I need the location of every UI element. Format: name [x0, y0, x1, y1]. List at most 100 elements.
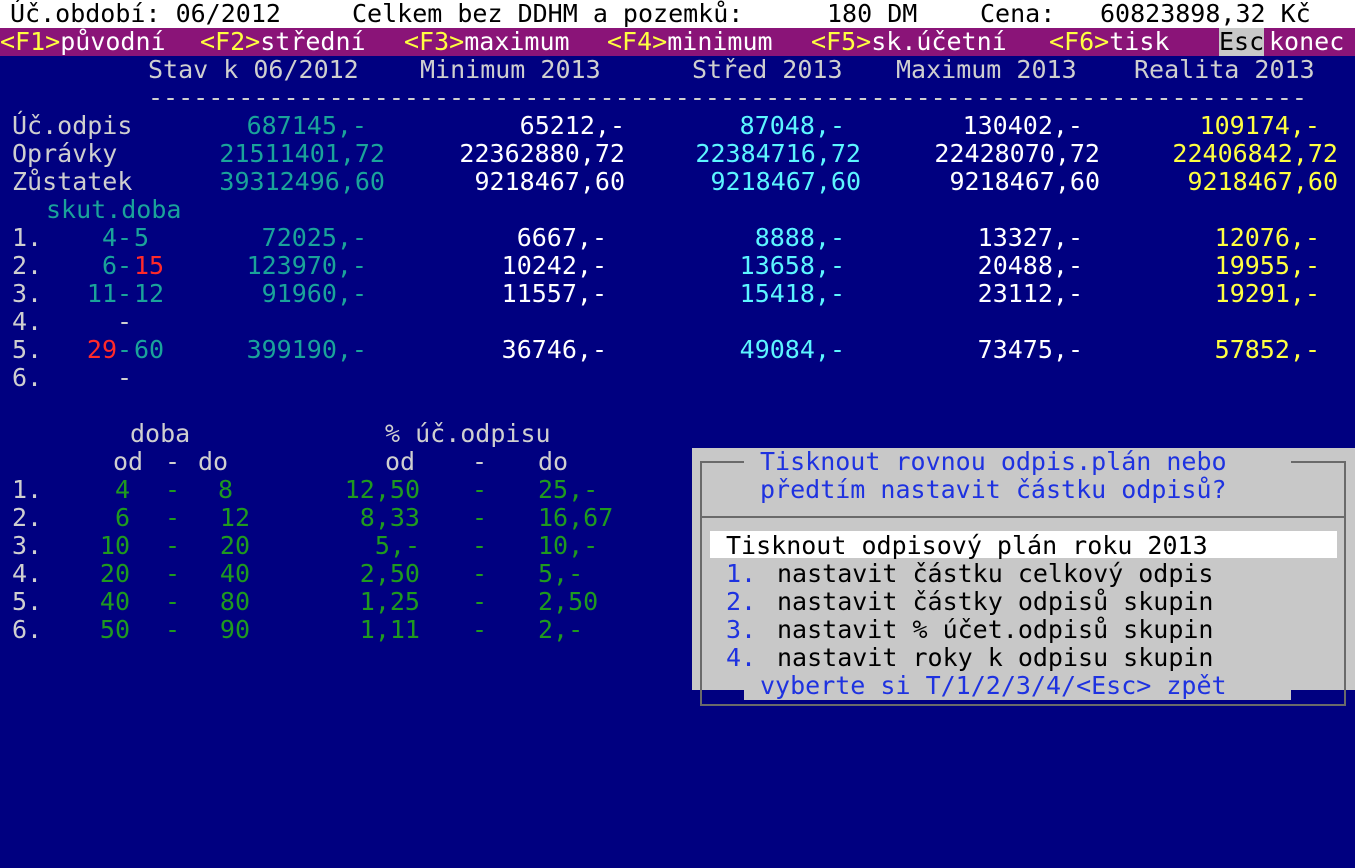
- rate-to: 5,-: [538, 559, 584, 588]
- rates-title-percent: % úč.odpisu: [385, 419, 551, 448]
- header-separator: ----------------------------------------…: [148, 83, 1307, 112]
- rate-from: 8,33: [359, 503, 420, 532]
- value-stred: 87048,-: [739, 111, 845, 140]
- rate-to: 25,-: [538, 475, 599, 504]
- group-row-6: 6. -: [0, 364, 1355, 392]
- period-from: 20: [99, 559, 130, 588]
- group-number: 4.: [12, 307, 43, 336]
- dialog-divider: [700, 516, 1346, 518]
- header-minimum: Minimum 2013: [420, 55, 601, 84]
- esc-konec-label[interactable]: konec: [1269, 28, 1344, 56]
- total-label: Celkem bez DDHM a pozemků:: [352, 0, 744, 28]
- value-stred: 22384716,72: [695, 139, 861, 168]
- price-value: 60823898,32 Kč: [1100, 0, 1311, 28]
- accounting-period: Úč.období: 06/2012: [10, 0, 281, 28]
- period-from: 40: [99, 587, 130, 616]
- group-dash: -: [117, 335, 133, 364]
- value-maximum: 9218467,60: [949, 167, 1100, 196]
- value-realita: 22406842,72: [1172, 139, 1338, 168]
- value-maximum: 23112,-: [977, 279, 1083, 308]
- value-realita: 109174,-: [1199, 111, 1320, 140]
- value-stav: 72025,-: [261, 223, 367, 252]
- status-bar: Úč.období: 06/2012 Celkem bez DDHM a poz…: [0, 0, 1355, 28]
- group-from: 11: [86, 279, 117, 308]
- option-print-plan[interactable]: Tisknout odpisový plán roku 2013: [726, 532, 1208, 560]
- group-to: 12: [134, 279, 165, 308]
- period-from: 50: [99, 615, 130, 644]
- group-row-5: 5. 29 - 60 399190,- 36746,- 49084,- 7347…: [0, 336, 1355, 364]
- header-stred: Střed 2013: [692, 55, 843, 84]
- value-maximum: 22428070,72: [934, 139, 1100, 168]
- fkey-f3-maximum[interactable]: <F3>maximum: [404, 28, 570, 56]
- row-label: Úč.odpis: [12, 111, 133, 140]
- group-number: 1.: [12, 223, 43, 252]
- period-to: 80: [219, 587, 250, 616]
- header-maximum: Maximum 2013: [896, 55, 1077, 84]
- summary-row-ucodpis: Úč.odpis 687145,- 65212,- 87048,- 130402…: [0, 112, 1355, 140]
- period-to: 12: [219, 503, 250, 532]
- value-stav: 687145,-: [246, 111, 367, 140]
- value-realita: 12076,-: [1214, 223, 1320, 252]
- value-minimum: 22362880,72: [459, 139, 625, 168]
- value-stred: 8888,-: [754, 223, 845, 252]
- value-minimum: 6667,-: [516, 223, 607, 252]
- fkey-f2-stredni[interactable]: <F2>střední: [200, 28, 366, 56]
- value-realita: 57852,-: [1214, 335, 1320, 364]
- terminal-screen: Úč.období: 06/2012 Celkem bez DDHM a poz…: [0, 0, 1355, 706]
- value-realita: 19955,-: [1214, 251, 1320, 280]
- header-realita: Realita 2013: [1134, 55, 1315, 84]
- rate-to: 2,50: [538, 587, 599, 616]
- rate-to: 2,-: [538, 615, 584, 644]
- rate-from: 2,50: [359, 559, 420, 588]
- value-minimum: 11557,-: [501, 279, 607, 308]
- rate-from: 5,-: [374, 531, 420, 560]
- group-dash: -: [117, 279, 133, 308]
- value-maximum: 20488,-: [977, 251, 1083, 280]
- group-number: 6.: [12, 363, 43, 392]
- group-number: 5.: [12, 335, 43, 364]
- group-dash: -: [117, 307, 133, 336]
- summary-row-opravky: Oprávky 21511401,72 22362880,72 22384716…: [0, 140, 1355, 168]
- value-stred: 13658,-: [739, 251, 845, 280]
- column-headers: Stav k 06/2012 Minimum 2013 Střed 2013 M…: [0, 56, 1355, 84]
- group-row-3: 3. 11 - 12 91960,- 11557,- 15418,- 23112…: [0, 280, 1355, 308]
- fkey-f5-sk-ucetni[interactable]: <F5>sk.účetní: [811, 28, 1007, 56]
- fkey-f4-minimum[interactable]: <F4>minimum: [607, 28, 773, 56]
- total-value: 180 DM: [827, 0, 918, 28]
- group-row-2: 2. 6 - 15 123970,- 10242,- 13658,- 20488…: [0, 252, 1355, 280]
- rate-to: 10,-: [538, 531, 599, 560]
- period-to: 90: [219, 615, 250, 644]
- value-stred: 49084,-: [739, 335, 845, 364]
- group-number: 2.: [12, 251, 43, 280]
- value-stav: 39312496,60: [219, 167, 385, 196]
- value-realita: 19291,-: [1214, 279, 1320, 308]
- value-realita: 9218467,60: [1187, 167, 1338, 196]
- print-dialog: Tisknout rovnou odpis.plán nebo předtím …: [692, 448, 1355, 706]
- fkey-f1-puvodni[interactable]: <F1>původní: [0, 28, 166, 56]
- group-from: 6: [101, 251, 117, 280]
- group-row-1: 1. 4 - 5 72025,- 6667,- 8888,- 13327,- 1…: [0, 224, 1355, 252]
- group-row-4: 4. -: [0, 308, 1355, 336]
- dialog-question-line2: předtím nastavit částku odpisů?: [760, 475, 1227, 504]
- value-minimum: 65212,-: [519, 111, 625, 140]
- esc-key[interactable]: Esc: [1219, 28, 1265, 56]
- period-from: 10: [99, 531, 130, 560]
- period-to: 40: [219, 559, 250, 588]
- group-number: 3.: [12, 279, 43, 308]
- row-label: Zůstatek: [12, 167, 133, 196]
- price-label: Cena:: [980, 0, 1056, 28]
- value-stav: 91960,-: [261, 279, 367, 308]
- header-stav: Stav k 06/2012: [148, 55, 359, 84]
- rate-from: 12,50: [344, 475, 420, 504]
- group-dash: -: [117, 363, 133, 392]
- period-from: 4: [114, 475, 130, 504]
- value-stav: 399190,-: [246, 335, 367, 364]
- fkey-f6-tisk[interactable]: <F6>tisk: [1049, 28, 1169, 56]
- group-to: 60: [134, 335, 165, 364]
- value-stred: 9218467,60: [710, 167, 861, 196]
- value-maximum: 13327,-: [977, 223, 1083, 252]
- dialog-footer-hint: vyberte si T/1/2/3/4/<Esc> zpět: [760, 671, 1227, 700]
- group-from: 4: [101, 223, 117, 252]
- period-to: 8: [217, 475, 233, 504]
- value-minimum: 36746,-: [501, 335, 607, 364]
